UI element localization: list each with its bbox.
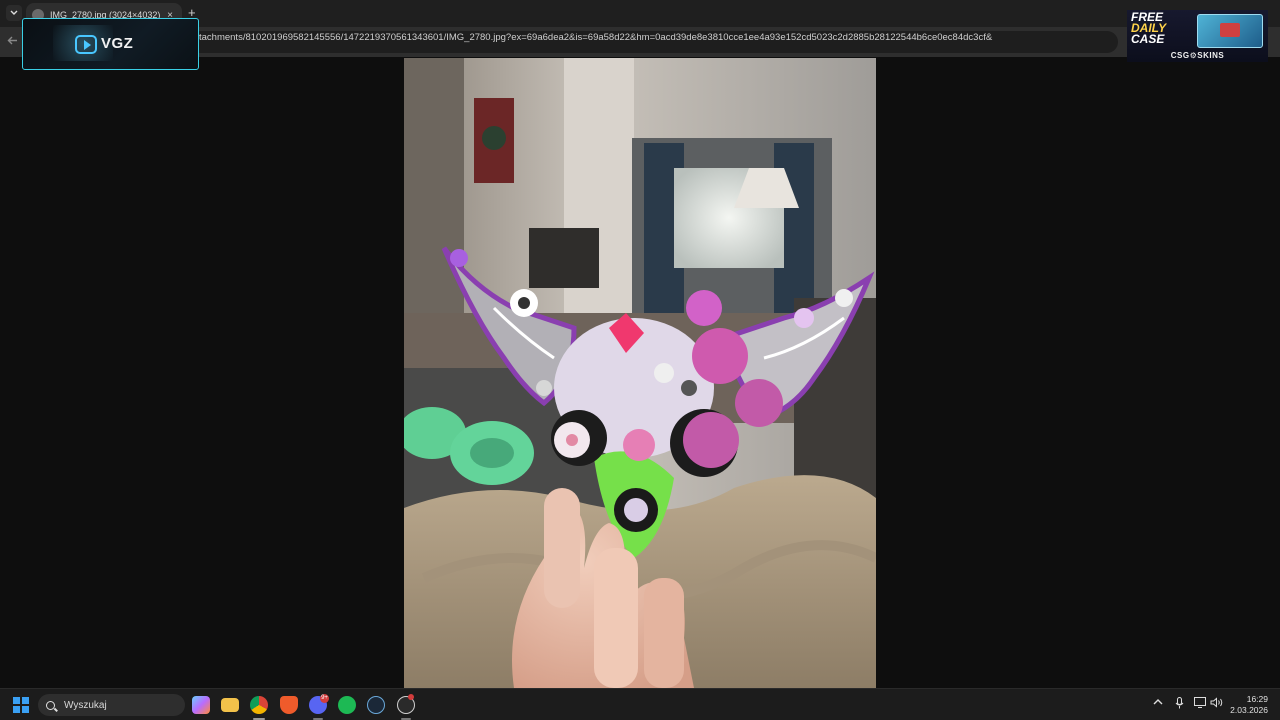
ad-brand: CSG⚙SKINS — [1170, 51, 1225, 60]
play-logo-icon — [75, 35, 97, 54]
network-icon[interactable] — [1194, 697, 1206, 711]
copilot-icon[interactable] — [192, 696, 210, 714]
system-clock[interactable]: 16:29 2.03.2026 — [1230, 694, 1268, 716]
steam-icon[interactable] — [367, 696, 385, 714]
clock-date: 2.03.2026 — [1230, 705, 1268, 715]
windows-start-icon[interactable] — [13, 697, 29, 713]
taskbar-search-box[interactable]: Wyszukaj — [38, 694, 185, 716]
chrome-icon[interactable] — [250, 696, 268, 714]
spotify-icon[interactable] — [338, 696, 356, 714]
back-button[interactable] — [7, 34, 18, 49]
search-icon — [46, 700, 55, 710]
clock-time: 16:29 — [1246, 694, 1268, 704]
photo-content — [404, 58, 876, 688]
discord-notification-badge: 9+ — [320, 694, 329, 703]
address-url[interactable]: tachments/810201969582145556/14722193705… — [199, 31, 992, 45]
ad-line-case: CASE — [1131, 32, 1165, 46]
chevron-down-icon — [10, 10, 18, 15]
volume-icon[interactable] — [1210, 697, 1223, 711]
microphone-icon[interactable] — [1175, 697, 1184, 712]
free-daily-case-ad[interactable]: FREE DAILY CASE CSG⚙SKINS — [1127, 10, 1268, 62]
file-explorer-icon[interactable] — [221, 698, 239, 712]
image-viewer-photo[interactable] — [404, 58, 876, 688]
taskbar-search-placeholder: Wyszukaj — [64, 699, 107, 711]
app-alert-badge — [408, 694, 414, 700]
vgz-overlay: VGZ — [22, 18, 199, 70]
tab-search-button[interactable] — [6, 5, 22, 21]
case-image-icon — [1197, 14, 1263, 48]
windows-taskbar: Wyszukaj 9+ 16:29 2.03.2026 — [0, 688, 1280, 720]
vgz-logo-text: VGZ — [101, 35, 134, 52]
brave-icon[interactable] — [280, 696, 298, 714]
chevron-up-icon[interactable] — [1153, 697, 1163, 710]
arrow-left-icon — [7, 36, 17, 45]
